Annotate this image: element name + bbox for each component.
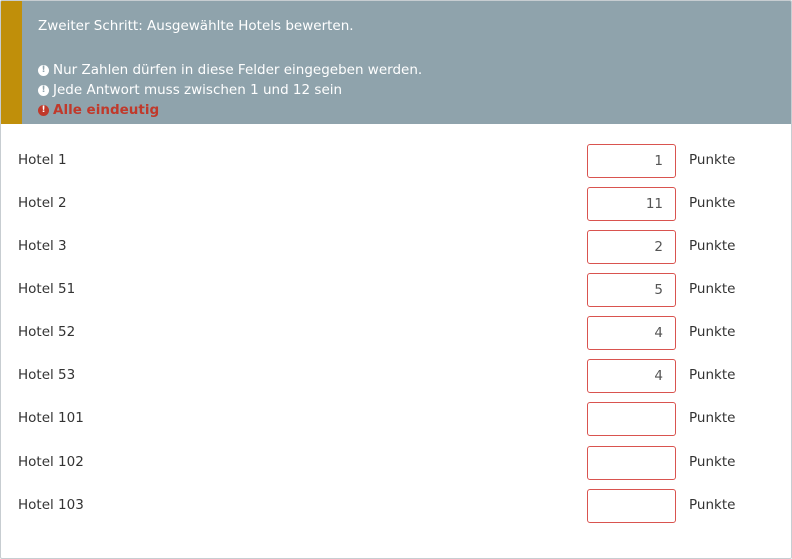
answer-row-hotel-52: Hotel 52 Punkte [1,316,791,350]
exclamation-circle-icon: ! [38,64,49,76]
answer-label: Hotel 53 [18,367,76,383]
answer-row-hotel-2: Hotel 2 Punkte [1,187,791,221]
points-input[interactable] [587,402,676,436]
answer-row-hotel-101: Hotel 101 Punkte [1,402,791,436]
points-input[interactable] [587,230,676,264]
answer-row-hotel-1: Hotel 1 Punkte [1,144,791,178]
points-input[interactable] [587,446,676,480]
answer-label: Hotel 2 [18,195,67,211]
answer-label: Hotel 52 [18,324,76,340]
points-suffix: Punkte [689,195,736,211]
points-suffix: Punkte [689,367,736,383]
points-input[interactable] [587,489,676,523]
points-suffix: Punkte [689,497,736,513]
answer-row-hotel-53: Hotel 53 Punkte [1,359,791,393]
exclamation-circle-icon: ! [38,84,49,96]
points-suffix: Punkte [689,238,736,254]
points-suffix: Punkte [689,454,736,470]
points-suffix: Punkte [689,410,736,426]
tip-numbers-only: ! Nur Zahlen dürfen in diese Felder eing… [38,62,422,78]
points-input[interactable] [587,359,676,393]
tip-unique-error: ! Alle eindeutig [38,102,159,118]
answer-label: Hotel 103 [18,497,84,513]
tip-text: Alle eindeutig [53,102,160,118]
points-input[interactable] [587,144,676,178]
answer-label: Hotel 51 [18,281,76,297]
answer-label: Hotel 101 [18,410,84,426]
question-text: Zweiter Schritt: Ausgewählte Hotels bewe… [38,18,354,34]
question-accent-bar [1,1,22,124]
answer-label: Hotel 1 [18,152,67,168]
points-input[interactable] [587,316,676,350]
tip-text: Nur Zahlen dürfen in diese Felder eingeg… [53,62,423,78]
tip-text: Jede Antwort muss zwischen 1 und 12 sein [53,82,343,98]
answer-row-hotel-51: Hotel 51 Punkte [1,273,791,307]
answer-row-hotel-3: Hotel 3 Punkte [1,230,791,264]
points-suffix: Punkte [689,152,736,168]
answer-row-hotel-103: Hotel 103 Punkte [1,489,791,523]
points-suffix: Punkte [689,324,736,340]
points-suffix: Punkte [689,281,736,297]
question-panel: Zweiter Schritt: Ausgewählte Hotels bewe… [0,0,792,559]
tip-range: ! Jede Antwort muss zwischen 1 und 12 se… [38,82,342,98]
points-input[interactable] [587,187,676,221]
points-input[interactable] [587,273,676,307]
exclamation-circle-icon: ! [38,104,49,116]
answer-row-hotel-102: Hotel 102 Punkte [1,446,791,480]
answer-label: Hotel 3 [18,238,67,254]
question-header: Zweiter Schritt: Ausgewählte Hotels bewe… [1,1,791,124]
answer-label: Hotel 102 [18,454,84,470]
